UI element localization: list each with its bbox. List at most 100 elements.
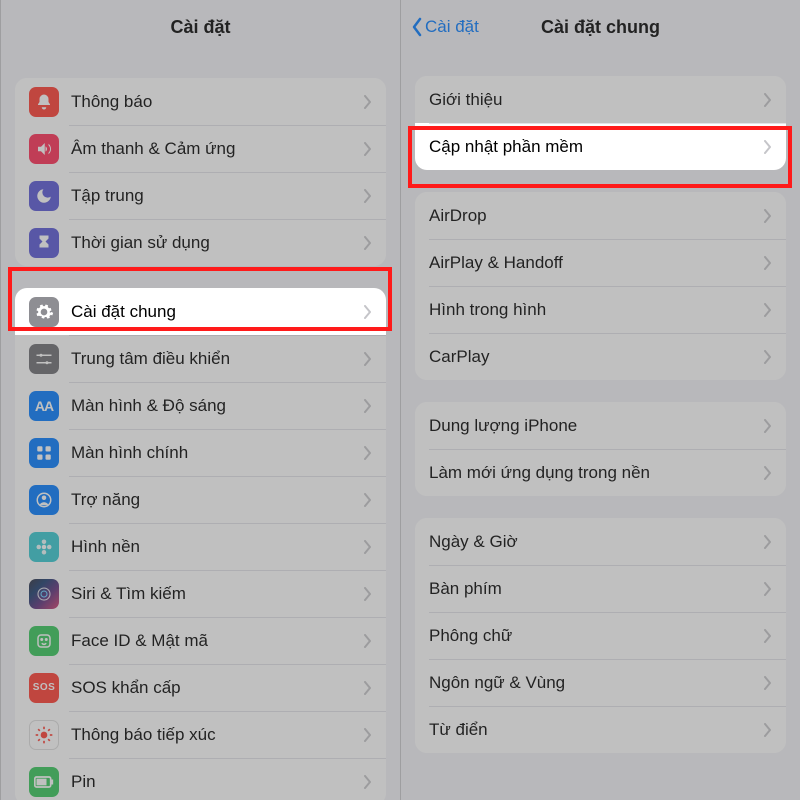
row-label: Ngày & Giờ	[429, 532, 758, 552]
settings-group-1: Thông báo Âm thanh & Cảm ứng Tập trung Thời…	[15, 78, 386, 266]
row-label: Cập nhật phần mềm	[429, 137, 758, 157]
general-group-3: Dung lượng iPhone Làm mới ứng dụng trong …	[415, 402, 786, 496]
row-label: Cài đặt chung	[71, 302, 358, 322]
display-icon: AA	[29, 391, 59, 421]
row-wallpaper[interactable]: Hình nền	[15, 523, 386, 570]
row-storage[interactable]: Dung lượng iPhone	[415, 402, 786, 449]
row-label: Màn hình chính	[71, 443, 358, 463]
row-keyboard[interactable]: Bàn phím	[415, 565, 786, 612]
row-sounds[interactable]: Âm thanh & Cảm ứng	[15, 125, 386, 172]
row-label: Pin	[71, 772, 358, 792]
chevron-right-icon	[764, 303, 772, 317]
row-sos[interactable]: SOSSOS khẩn cấp	[15, 664, 386, 711]
row-battery[interactable]: Pin	[15, 758, 386, 800]
battery-icon	[29, 767, 59, 797]
row-carplay[interactable]: CarPlay	[415, 333, 786, 380]
chevron-right-icon	[364, 775, 372, 789]
row-faceid[interactable]: Face ID & Mật mã	[15, 617, 386, 664]
chevron-right-icon	[764, 676, 772, 690]
chevron-right-icon	[364, 399, 372, 413]
control-center-icon	[29, 344, 59, 374]
right-content: Giới thiệu Cập nhật phần mềm AirDrop AirPl…	[401, 76, 800, 753]
chevron-right-icon	[364, 305, 372, 319]
row-label: CarPlay	[429, 347, 758, 367]
row-label: Hình trong hình	[429, 300, 758, 320]
row-label: Làm mới ứng dụng trong nền	[429, 463, 758, 483]
row-label: Thông báo tiếp xúc	[71, 725, 358, 745]
row-label: SOS khẩn cấp	[71, 678, 358, 698]
sounds-icon	[29, 134, 59, 164]
settings-pane: Cài đặt Thông báo Âm thanh & Cảm ứng Tập t…	[0, 0, 400, 800]
row-label: Siri & Tìm kiếm	[71, 584, 358, 604]
row-pip[interactable]: Hình trong hình	[415, 286, 786, 333]
row-label: Giới thiệu	[429, 90, 758, 110]
chevron-right-icon	[364, 446, 372, 460]
exposure-icon	[29, 720, 59, 750]
chevron-right-icon	[764, 140, 772, 154]
row-label: Dung lượng iPhone	[429, 416, 758, 436]
navbar-left: Cài đặt	[1, 0, 400, 54]
row-airdrop[interactable]: AirDrop	[415, 192, 786, 239]
left-content: Thông báo Âm thanh & Cảm ứng Tập trung Thời…	[1, 78, 400, 800]
chevron-right-icon	[364, 634, 372, 648]
row-label: Face ID & Mật mã	[71, 631, 358, 651]
row-screentime[interactable]: Thời gian sử dụng	[15, 219, 386, 266]
chevron-right-icon	[364, 493, 372, 507]
chevron-right-icon	[364, 189, 372, 203]
row-focus[interactable]: Tập trung	[15, 172, 386, 219]
row-label: Tập trung	[71, 186, 358, 206]
back-label: Cài đặt	[425, 17, 479, 37]
chevron-right-icon	[764, 256, 772, 270]
page-title: Cài đặt	[170, 17, 230, 38]
row-label: Phông chữ	[429, 626, 758, 646]
row-label: Trợ năng	[71, 490, 358, 510]
row-notifications[interactable]: Thông báo	[15, 78, 386, 125]
row-label: Hình nền	[71, 537, 358, 557]
row-fonts[interactable]: Phông chữ	[415, 612, 786, 659]
chevron-right-icon	[364, 681, 372, 695]
chevron-right-icon	[364, 95, 372, 109]
home-screen-icon	[29, 438, 59, 468]
general-group-4: Ngày & Giờ Bàn phím Phông chữ Ngôn ngữ & Vù…	[415, 518, 786, 753]
row-background-refresh[interactable]: Làm mới ứng dụng trong nền	[415, 449, 786, 496]
row-display[interactable]: AAMàn hình & Độ sáng	[15, 382, 386, 429]
row-accessibility[interactable]: Trợ năng	[15, 476, 386, 523]
chevron-right-icon	[364, 728, 372, 742]
back-button[interactable]: Cài đặt	[411, 17, 479, 37]
row-airplay[interactable]: AirPlay & Handoff	[415, 239, 786, 286]
page-title: Cài đặt chung	[541, 17, 660, 38]
row-software-update[interactable]: Cập nhật phần mềm	[415, 123, 786, 170]
general-group-1: Giới thiệu Cập nhật phần mềm	[415, 76, 786, 170]
row-language-region[interactable]: Ngôn ngữ & Vùng	[415, 659, 786, 706]
general-icon	[29, 297, 59, 327]
chevron-right-icon	[764, 582, 772, 596]
chevron-right-icon	[764, 93, 772, 107]
chevron-right-icon	[364, 142, 372, 156]
chevron-right-icon	[364, 352, 372, 366]
row-control-center[interactable]: Trung tâm điều khiển	[15, 335, 386, 382]
row-label: Thông báo	[71, 92, 358, 112]
row-general[interactable]: Cài đặt chung	[15, 288, 386, 335]
row-dictionary[interactable]: Từ điển	[415, 706, 786, 753]
accessibility-icon	[29, 485, 59, 515]
row-label: AirDrop	[429, 206, 758, 226]
wallpaper-icon	[29, 532, 59, 562]
row-label: Ngôn ngữ & Vùng	[429, 673, 758, 693]
chevron-right-icon	[764, 419, 772, 433]
row-label: AirPlay & Handoff	[429, 253, 758, 273]
chevron-right-icon	[364, 236, 372, 250]
chevron-left-icon	[411, 17, 423, 37]
general-group-2: AirDrop AirPlay & Handoff Hình trong hình C…	[415, 192, 786, 380]
general-pane: Cài đặt Cài đặt chung Giới thiệu Cập nhật…	[400, 0, 800, 800]
row-label: Trung tâm điều khiển	[71, 349, 358, 369]
row-label: Âm thanh & Cảm ứng	[71, 139, 358, 159]
row-label: Bàn phím	[429, 579, 758, 599]
row-siri[interactable]: Siri & Tìm kiếm	[15, 570, 386, 617]
row-home-screen[interactable]: Màn hình chính	[15, 429, 386, 476]
row-exposure[interactable]: Thông báo tiếp xúc	[15, 711, 386, 758]
chevron-right-icon	[364, 540, 372, 554]
row-about[interactable]: Giới thiệu	[415, 76, 786, 123]
row-date-time[interactable]: Ngày & Giờ	[415, 518, 786, 565]
focus-icon	[29, 181, 59, 211]
siri-icon	[29, 579, 59, 609]
